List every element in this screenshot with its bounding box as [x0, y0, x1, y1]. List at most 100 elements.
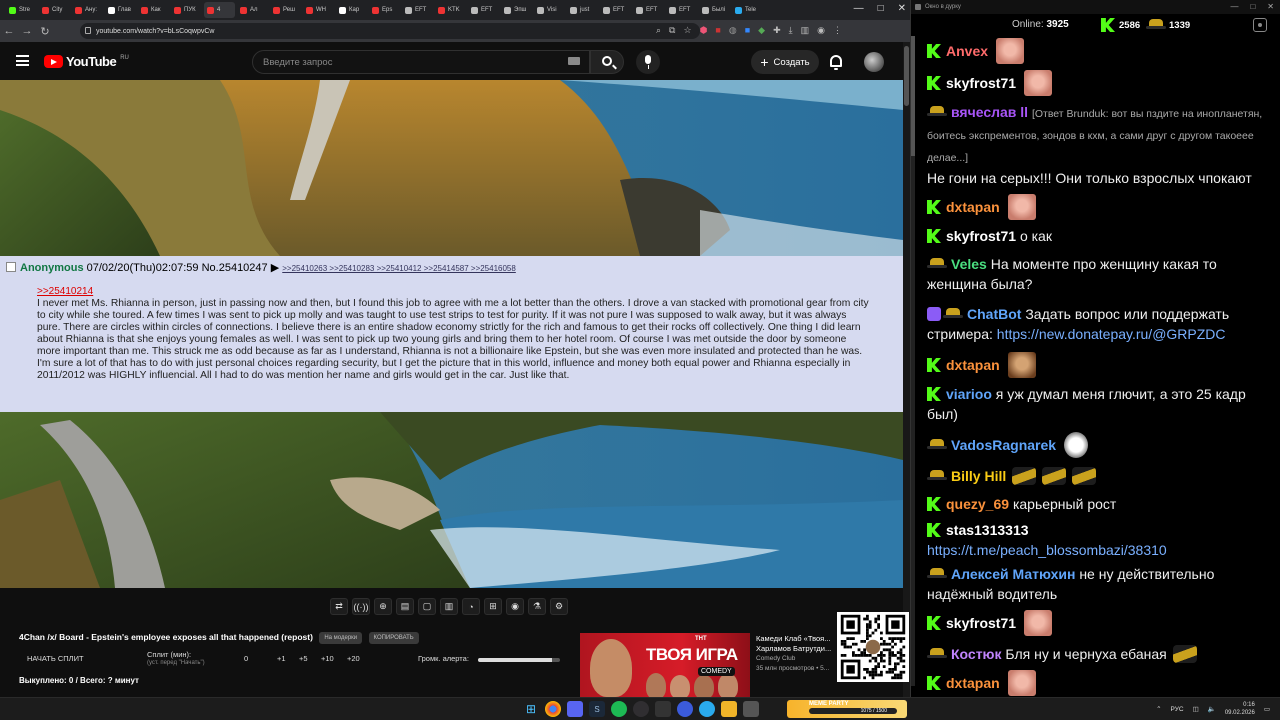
chat-username[interactable]: skyfrost71	[946, 75, 1016, 91]
browser-tab[interactable]: EFT	[402, 2, 433, 18]
menu-icon[interactable]: ⋮	[833, 25, 842, 36]
recommended-video-thumbnail[interactable]: ТНТ ТВОЯ ИГРА COMEDY	[580, 633, 750, 697]
browser-tab[interactable]: Ану:	[72, 2, 103, 18]
browser-tab[interactable]: Глав	[105, 2, 136, 18]
page-scrollbar[interactable]	[903, 42, 910, 697]
forward-icon[interactable]: →	[18, 25, 36, 37]
recommended-video-meta[interactable]: Камеди Клаб «Твоя... Харламов Батрутди..…	[756, 634, 836, 674]
reload-icon[interactable]: ↻	[36, 25, 54, 38]
extension-icon[interactable]: ◍	[729, 25, 737, 36]
chrome-icon[interactable]	[545, 701, 561, 717]
browser-tab[interactable]: Как	[138, 2, 169, 18]
moderation-pill[interactable]: На модерки	[319, 632, 363, 644]
toolbar-tool-button[interactable]: ◉	[506, 598, 524, 615]
gamepad-icon[interactable]	[655, 701, 671, 717]
media-player-icon[interactable]	[677, 701, 693, 717]
chat-scrollbar-thumb[interactable]	[911, 36, 915, 156]
chat-username[interactable]: skyfrost71	[946, 615, 1016, 631]
extension-icon[interactable]: ◆	[758, 25, 765, 36]
volume-icon[interactable]: 🔈	[1208, 705, 1216, 713]
chat-username[interactable]: dxtapan	[946, 357, 1000, 373]
chat-username[interactable]: ChatBot	[967, 306, 1021, 322]
download-icon[interactable]: ⤓	[789, 25, 793, 36]
chat-username[interactable]: VadosRagnarek	[951, 437, 1056, 453]
minimize-button[interactable]: —	[854, 3, 864, 14]
spotify-icon[interactable]	[611, 701, 627, 717]
browser-tab[interactable]: just	[567, 2, 598, 18]
browser-tab[interactable]: Эпш	[501, 2, 532, 18]
post-replies-links[interactable]: >>25410263 >>25410283 >>25410412 >>25414…	[282, 264, 516, 273]
maximize-button[interactable]: □	[878, 3, 884, 14]
browser-tab[interactable]: EFT	[600, 2, 631, 18]
site-info-icon[interactable]	[85, 27, 91, 34]
browser-tab[interactable]: Кар	[336, 2, 367, 18]
app-icon[interactable]	[743, 701, 759, 717]
youtube-logo[interactable]: YouTube RU	[44, 54, 129, 69]
search-input[interactable]: Введите запрос	[252, 50, 590, 74]
toolbar-tool-button[interactable]: ▤	[396, 598, 414, 615]
chat-username[interactable]: dxtapan	[946, 675, 1000, 691]
chat-username[interactable]: Veles	[951, 256, 987, 272]
split-plus-5-button[interactable]: +5	[299, 654, 308, 663]
extension-icon[interactable]: ⬢	[700, 25, 708, 36]
split-plus-1-button[interactable]: +1	[277, 654, 286, 663]
close-button[interactable]: ✕	[1267, 2, 1274, 11]
maximize-button[interactable]: □	[1250, 2, 1255, 11]
account-avatar[interactable]	[864, 52, 884, 72]
copy-pill[interactable]: КОПИРОВАТЬ	[368, 632, 419, 644]
explorer-icon[interactable]	[721, 701, 737, 717]
minimize-button[interactable]: —	[1230, 2, 1238, 11]
profile-icon[interactable]: ◉	[817, 25, 825, 36]
post-checkbox[interactable]	[6, 262, 16, 272]
obs-icon[interactable]	[633, 701, 649, 717]
start-split-button[interactable]: НАЧАТЬ СПЛИТ	[27, 654, 84, 663]
chat-username[interactable]: Billy Hill	[951, 468, 1006, 484]
browser-tab[interactable]: KTK	[435, 2, 466, 18]
browser-tab[interactable]: Visi	[534, 2, 565, 18]
browser-tab[interactable]: City	[39, 2, 70, 18]
chat-username[interactable]: dxtapan	[946, 199, 1000, 215]
browser-tab[interactable]: EFT	[666, 2, 697, 18]
menu-hamburger-icon[interactable]	[16, 55, 29, 66]
browser-tab[interactable]: Реш	[270, 2, 301, 18]
post-quote-link[interactable]: >>25410214	[37, 286, 93, 297]
chat-username[interactable]: Костюк	[951, 646, 1002, 662]
toolbar-tool-button[interactable]: ⇄	[330, 598, 348, 615]
notifications-bell-icon[interactable]	[830, 55, 842, 70]
alert-volume-slider[interactable]	[478, 658, 560, 662]
meme-party-widget[interactable]: MEME PARTY 1075 / 1500	[787, 700, 907, 718]
toolbar-tool-button[interactable]: ⊞	[484, 598, 502, 615]
browser-tab[interactable]: WH	[303, 2, 334, 18]
steam-icon[interactable]: S	[589, 701, 605, 717]
chat-message-link[interactable]: https://t.me/peach_blossombazi/38310	[927, 542, 1167, 558]
toolbar-tool-button[interactable]: ▢	[418, 598, 436, 615]
url-input[interactable]: youtube.com/watch?v=bLsCoqwpvCw	[80, 23, 700, 39]
chat-message-link[interactable]: https://new.donatepay.ru/@GRPZDC	[997, 326, 1226, 342]
back-icon[interactable]: ←	[0, 25, 18, 37]
discord-icon[interactable]	[567, 701, 583, 717]
chat-username[interactable]: вячеслав ll	[951, 104, 1028, 120]
browser-tab[interactable]: 4	[204, 2, 235, 18]
create-button[interactable]: + Создать	[751, 50, 819, 74]
browser-tab[interactable]: ПУК	[171, 2, 202, 18]
cast-icon[interactable]: ⧉	[669, 25, 675, 36]
extensions-puzzle-icon[interactable]: ✚	[773, 25, 781, 36]
extension-icon[interactable]: ■	[715, 25, 720, 36]
video-player[interactable]: Anonymous 07/02/20(Thu)02:07:59 No.25410…	[0, 80, 903, 588]
browser-tab[interactable]: Былі	[699, 2, 730, 18]
telegram-icon[interactable]	[699, 701, 715, 717]
notifications-icon[interactable]: ▭	[1264, 705, 1270, 713]
toolbar-tool-button[interactable]: ((·))	[352, 598, 370, 615]
chat-username[interactable]: Алексей Матюхин	[951, 566, 1075, 582]
toolbar-tool-button[interactable]: ⚙	[550, 598, 568, 615]
chat-username[interactable]: skyfrost71	[946, 228, 1016, 244]
search-button[interactable]	[590, 50, 624, 74]
chat-username[interactable]: stas1313313	[946, 522, 1029, 538]
toolbar-tool-button[interactable]: ⊕	[374, 598, 392, 615]
chat-username[interactable]: Anvex	[946, 43, 988, 59]
browser-tab[interactable]: Stre	[6, 2, 37, 18]
scrollbar-thumb[interactable]	[904, 46, 909, 106]
pin-toggle-icon[interactable]	[1253, 18, 1267, 32]
browser-tab[interactable]: Ал	[237, 2, 268, 18]
start-icon[interactable]: ⊞	[523, 701, 539, 717]
